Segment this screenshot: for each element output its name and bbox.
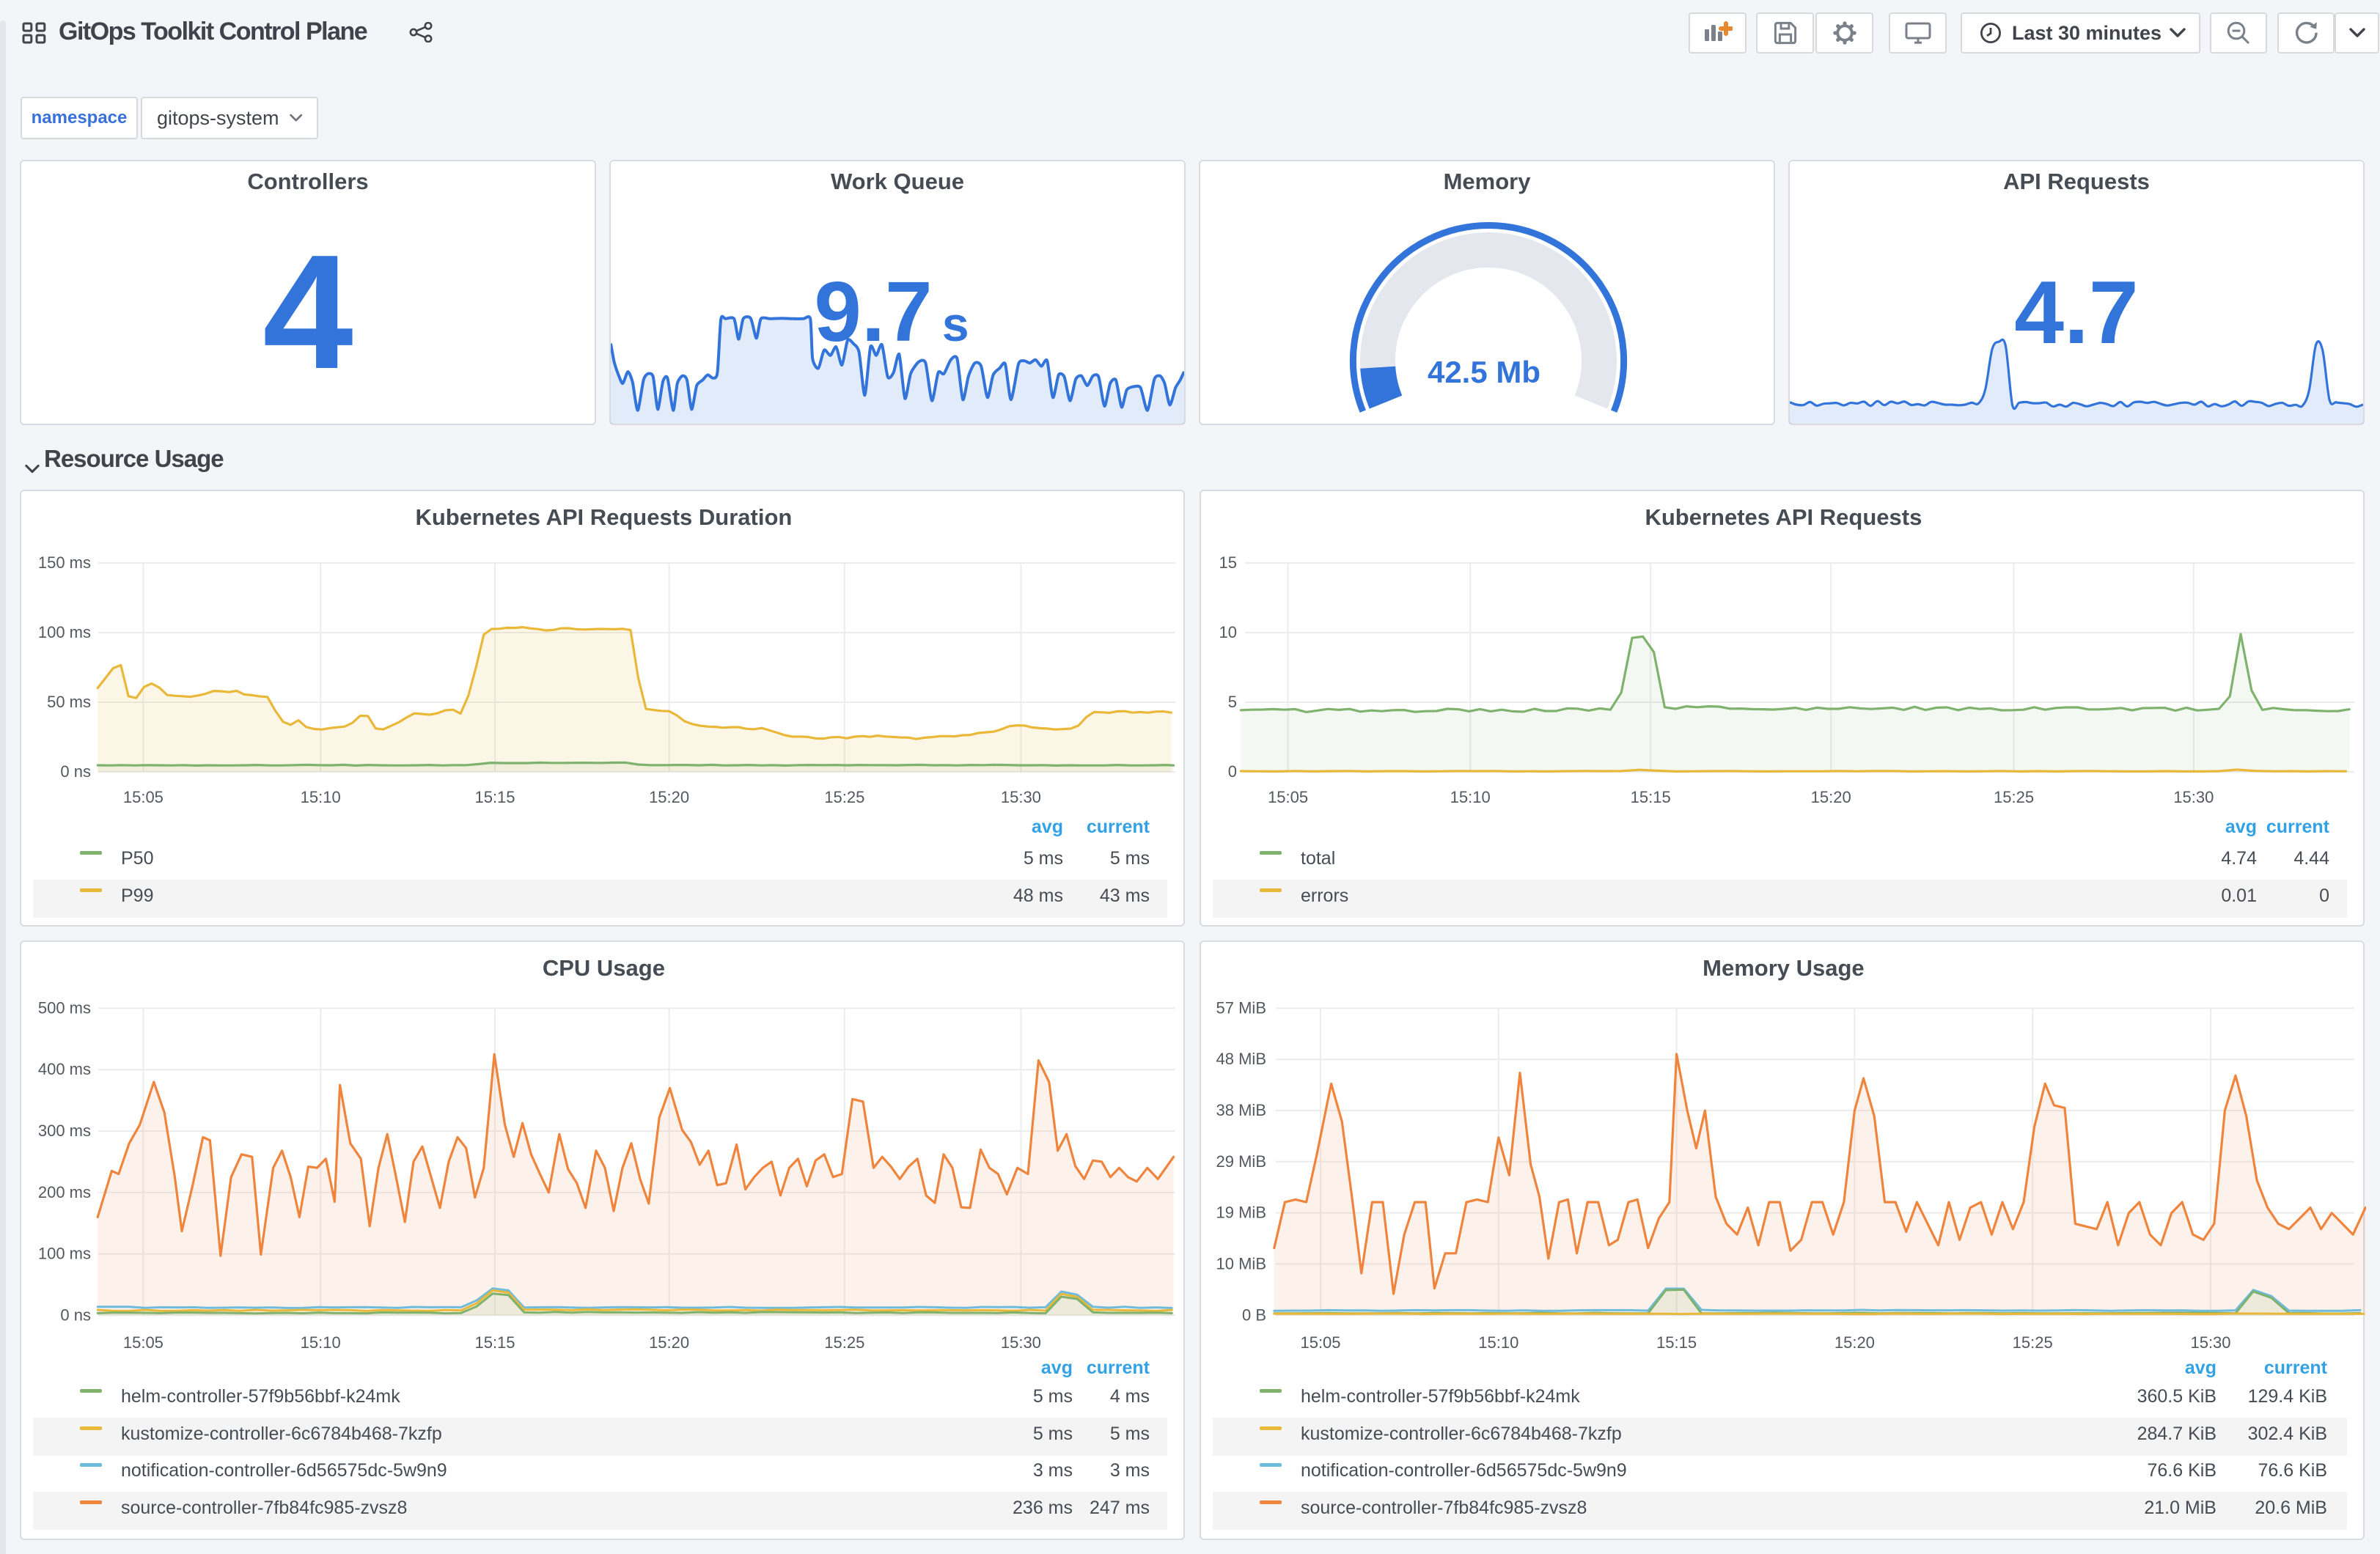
svg-text:Memory Usage: Memory Usage bbox=[1703, 955, 1865, 981]
svg-text:10: 10 bbox=[1219, 623, 1237, 641]
svg-text:15:30: 15:30 bbox=[2173, 788, 2214, 806]
svg-text:100 ms: 100 ms bbox=[38, 623, 91, 641]
svg-text:15:15: 15:15 bbox=[1631, 788, 1671, 806]
svg-text:38 MiB: 38 MiB bbox=[1216, 1101, 1266, 1119]
svg-text:100 ms: 100 ms bbox=[38, 1245, 91, 1263]
svg-text:15:15: 15:15 bbox=[474, 1333, 515, 1352]
svg-text:50 ms: 50 ms bbox=[47, 693, 91, 711]
svg-text:15:15: 15:15 bbox=[1656, 1333, 1697, 1352]
svg-text:29 MiB: 29 MiB bbox=[1216, 1152, 1266, 1171]
svg-text:15:10: 15:10 bbox=[301, 788, 341, 806]
svg-text:15:10: 15:10 bbox=[1450, 788, 1491, 806]
svg-text:Kubernetes API Requests: Kubernetes API Requests bbox=[1645, 504, 1922, 530]
svg-text:Kubernetes API Requests Durati: Kubernetes API Requests Duration bbox=[415, 504, 792, 530]
svg-text:15:25: 15:25 bbox=[2013, 1333, 2053, 1352]
svg-text:15:30: 15:30 bbox=[2190, 1333, 2230, 1352]
svg-text:15:05: 15:05 bbox=[123, 1333, 164, 1352]
svg-text:200 ms: 200 ms bbox=[38, 1183, 91, 1201]
svg-text:15:10: 15:10 bbox=[1478, 1333, 1518, 1352]
svg-text:15:30: 15:30 bbox=[1001, 1333, 1041, 1352]
svg-text:10 MiB: 10 MiB bbox=[1216, 1254, 1266, 1273]
svg-text:0 ns: 0 ns bbox=[60, 1306, 91, 1324]
svg-text:42.5 Mb: 42.5 Mb bbox=[1428, 355, 1540, 389]
svg-text:300 ms: 300 ms bbox=[38, 1122, 91, 1140]
svg-text:19 MiB: 19 MiB bbox=[1216, 1204, 1266, 1222]
svg-text:15:20: 15:20 bbox=[1811, 788, 1851, 806]
svg-text:0: 0 bbox=[1228, 762, 1237, 781]
svg-text:15:30: 15:30 bbox=[1001, 788, 1041, 806]
svg-text:48 MiB: 48 MiB bbox=[1216, 1050, 1266, 1068]
svg-text:57 MiB: 57 MiB bbox=[1216, 998, 1266, 1017]
svg-text:15:20: 15:20 bbox=[1834, 1333, 1875, 1352]
svg-text:15:05: 15:05 bbox=[1300, 1333, 1340, 1352]
svg-text:CPU Usage: CPU Usage bbox=[543, 955, 665, 981]
svg-text:15:25: 15:25 bbox=[1994, 788, 2034, 806]
svg-text:15: 15 bbox=[1219, 553, 1237, 572]
svg-text:15:15: 15:15 bbox=[474, 788, 515, 806]
svg-text:150 ms: 150 ms bbox=[38, 553, 91, 572]
svg-text:15:05: 15:05 bbox=[1268, 788, 1308, 806]
svg-text:15:05: 15:05 bbox=[123, 788, 164, 806]
svg-text:15:10: 15:10 bbox=[301, 1333, 341, 1352]
svg-text:400 ms: 400 ms bbox=[38, 1060, 91, 1078]
svg-text:15:20: 15:20 bbox=[649, 1333, 689, 1352]
svg-text:500 ms: 500 ms bbox=[38, 998, 91, 1017]
svg-text:5: 5 bbox=[1228, 693, 1237, 711]
svg-text:15:20: 15:20 bbox=[649, 788, 689, 806]
svg-text:15:25: 15:25 bbox=[824, 1333, 864, 1352]
svg-text:0 ns: 0 ns bbox=[60, 762, 91, 781]
svg-text:15:25: 15:25 bbox=[824, 788, 864, 806]
svg-text:0 B: 0 B bbox=[1242, 1306, 1266, 1324]
